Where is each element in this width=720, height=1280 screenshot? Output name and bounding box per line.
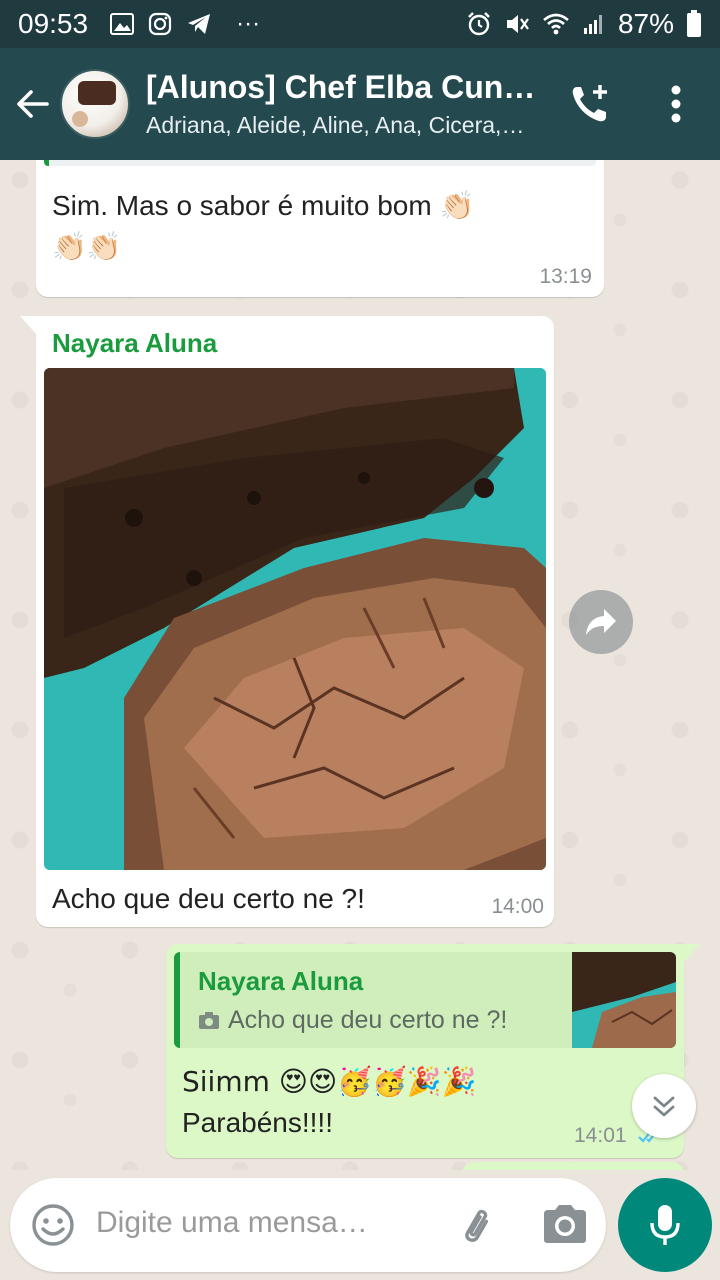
quoted-message-fragment (44, 160, 596, 166)
mute-icon (506, 15, 529, 33)
forward-icon (586, 609, 616, 635)
message-bubble-outgoing[interactable]: Nayara Aluna Acho que deu certo ne ?! Si… (166, 944, 700, 1158)
message-text-line: Sim. Mas o sabor é muito bom 👏🏻 (52, 190, 475, 221)
chevron-double-down-icon (653, 1096, 675, 1117)
message-list[interactable]: Sim. Mas o sabor é muito bom 👏🏻 👏🏻👏🏻 13:… (0, 160, 720, 1170)
quoted-text: Acho que deu certo ne ?! (228, 1006, 508, 1034)
camera-icon (544, 1205, 586, 1243)
arrow-left-icon (17, 90, 49, 118)
attach-button[interactable] (454, 1202, 500, 1248)
forward-button[interactable] (569, 590, 633, 654)
chat-title: [Alunos] Chef Elba Cun… (146, 69, 536, 105)
signal-icon (583, 15, 602, 34)
instagram-icon (148, 12, 172, 36)
bubble-tail (682, 944, 700, 964)
group-avatar[interactable] (60, 69, 130, 139)
battery-percent: 87% (617, 8, 674, 39)
image-icon (110, 13, 135, 35)
message-bubble-incoming[interactable]: Sim. Mas o sabor é muito bom 👏🏻 👏🏻👏🏻 13:… (36, 160, 604, 297)
message-bubble-outgoing-partial[interactable] (462, 1162, 684, 1170)
message-input[interactable]: Digite uma mensa… (96, 1206, 368, 1240)
paperclip-icon (465, 1209, 489, 1242)
telegram-icon (188, 14, 211, 34)
brownie-image (44, 368, 546, 870)
quoted-message[interactable]: Nayara Aluna Acho que deu certo ne ?! (174, 952, 676, 1048)
camera-button[interactable] (540, 1202, 590, 1248)
scroll-to-bottom-button[interactable] (632, 1074, 696, 1138)
message-text-line: Parabéns!!!! (182, 1106, 333, 1138)
chat-header: [Alunos] Chef Elba Cun… Adriana, Aleide,… (0, 48, 720, 160)
status-time: 09:53 (18, 8, 89, 39)
overflow-menu-button[interactable] (648, 76, 704, 132)
smiley-icon (32, 1204, 74, 1246)
microphone-icon (650, 1205, 680, 1245)
message-time: 14:00 (491, 895, 544, 918)
message-bubble-incoming-image[interactable]: Nayara Aluna Acho que deu certo ne ?! 14… (20, 316, 554, 927)
message-text-line: 👏🏻👏🏻 (52, 229, 122, 263)
message-text-line: Siimm 😍😍🥳🥳🎉🎉 (182, 1065, 477, 1098)
message-time: 14:01 (574, 1124, 627, 1147)
shared-photo-brownie[interactable] (44, 368, 546, 870)
add-call-button[interactable] (562, 76, 618, 132)
chat-participants: Adriana, Aleide, Aline, Ana, Cicera,… (146, 112, 525, 138)
chat-title-area[interactable]: [Alunos] Chef Elba Cun… Adriana, Aleide,… (146, 69, 556, 139)
bubble-tail (20, 316, 38, 336)
image-caption: Acho que deu certo ne ?! (52, 883, 365, 914)
quoted-photo-thumbnail (572, 952, 676, 1048)
emoji-button[interactable] (30, 1202, 76, 1248)
alarm-icon (468, 12, 490, 36)
voice-record-button[interactable] (618, 1178, 712, 1272)
sender-name: Nayara Aluna (52, 328, 218, 358)
message-composer: Digite uma mensa… (10, 1178, 606, 1272)
battery-icon (687, 10, 701, 37)
more-dots-icon: ··· (236, 10, 261, 37)
phone-add-icon (572, 85, 607, 122)
more-vert-icon (671, 85, 681, 123)
quoted-sender-name: Nayara Aluna (198, 966, 364, 996)
message-time: 13:19 (539, 265, 592, 288)
status-bar: 09:53 ··· 87% (0, 0, 720, 48)
camera-small-icon (199, 1011, 219, 1029)
back-button[interactable] (8, 48, 58, 160)
wifi-icon (543, 13, 569, 35)
